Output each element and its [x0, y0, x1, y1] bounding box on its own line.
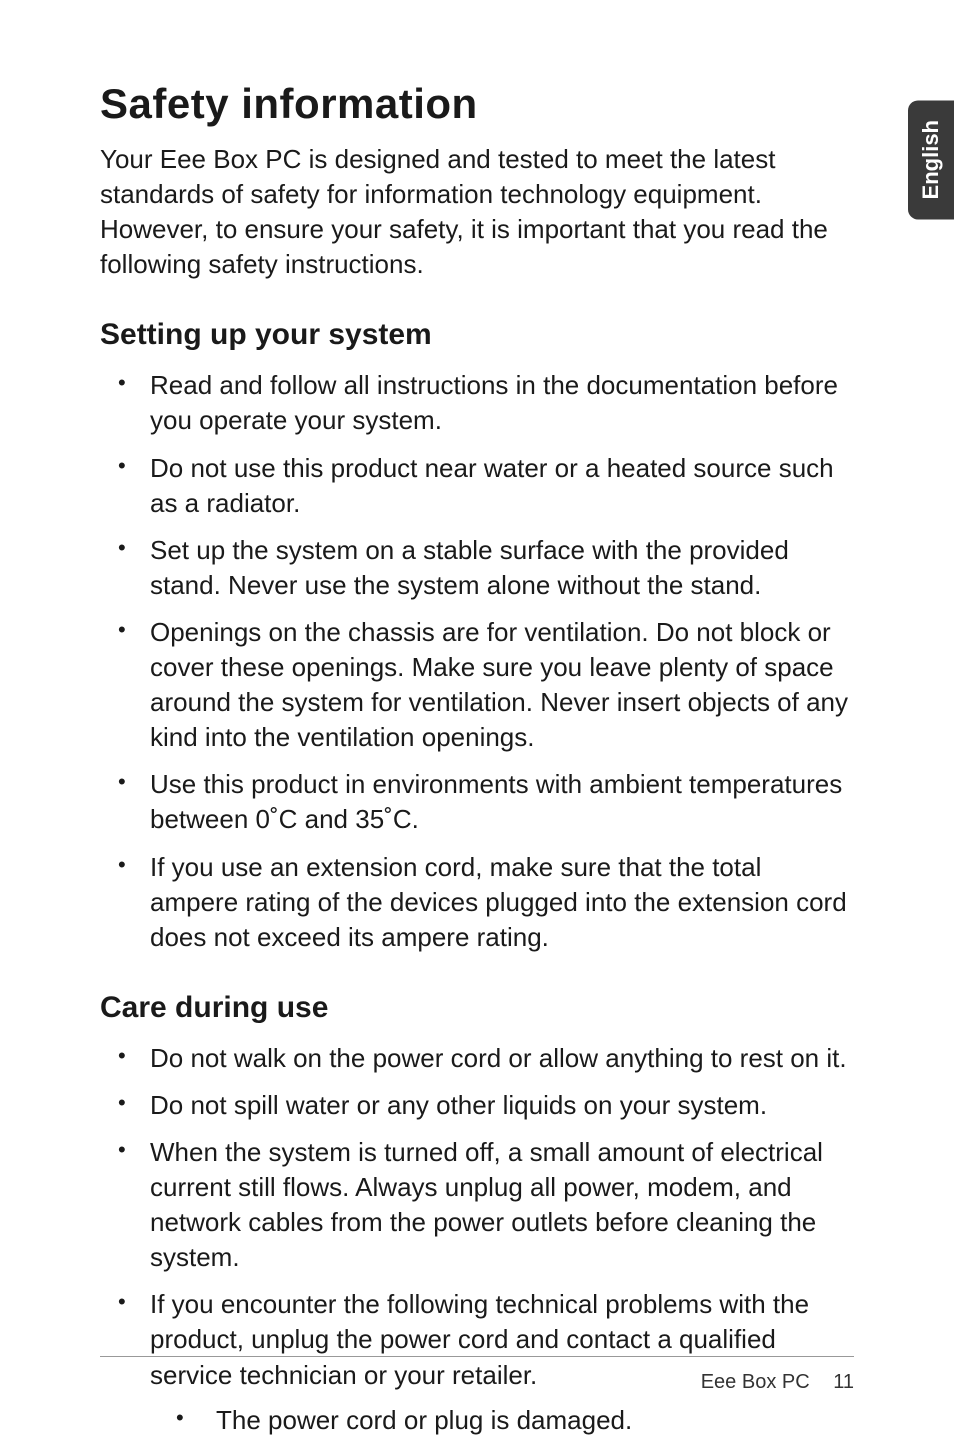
page-content: Safety information Your Eee Box PC is de…	[0, 0, 954, 1438]
list-item: Openings on the chassis are for ventilat…	[100, 615, 854, 755]
section-heading-setup: Setting up your system	[100, 318, 854, 352]
setup-list: Read and follow all instructions in the …	[100, 368, 854, 954]
list-item: Do not walk on the power cord or allow a…	[100, 1041, 854, 1076]
footer-divider	[100, 1356, 854, 1357]
care-sublist: The power cord or plug is damaged.	[150, 1403, 854, 1438]
footer-label: Eee Box PC	[701, 1371, 810, 1393]
list-item: Do not use this product near water or a …	[100, 451, 854, 521]
list-item: Use this product in environments with am…	[100, 767, 854, 837]
sub-list-item: The power cord or plug is damaged.	[150, 1403, 854, 1438]
page-title: Safety information	[100, 80, 854, 128]
section-heading-care: Care during use	[100, 991, 854, 1025]
list-item: Read and follow all instructions in the …	[100, 368, 854, 438]
footer-text: Eee Box PC 11	[100, 1371, 854, 1394]
page-footer: Eee Box PC 11	[100, 1356, 854, 1394]
list-item: If you use an extension cord, make sure …	[100, 850, 854, 955]
list-item: When the system is turned off, a small a…	[100, 1135, 854, 1275]
page-number: 11	[833, 1371, 854, 1393]
intro-paragraph: Your Eee Box PC is designed and tested t…	[100, 142, 854, 282]
list-item: Do not spill water or any other liquids …	[100, 1088, 854, 1123]
list-item: Set up the system on a stable surface wi…	[100, 533, 854, 603]
